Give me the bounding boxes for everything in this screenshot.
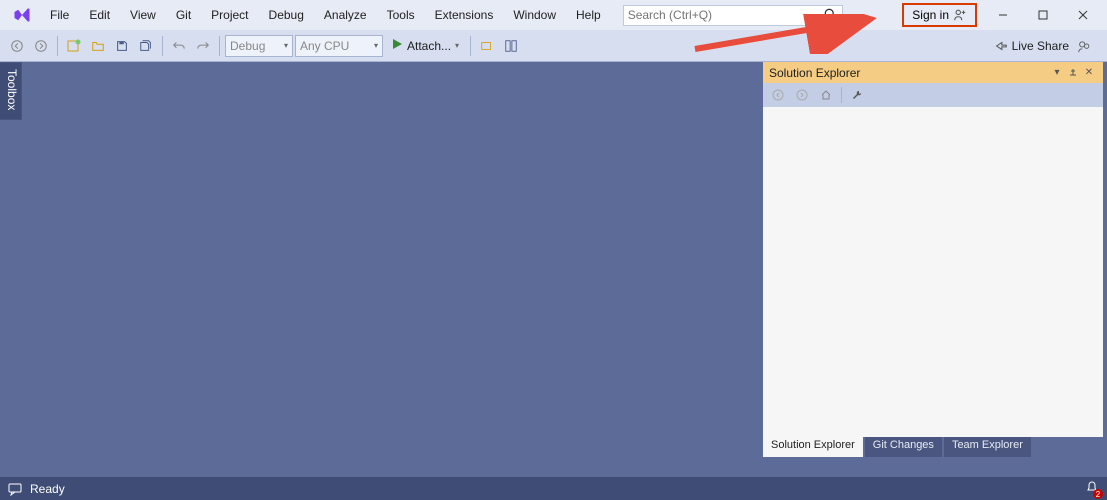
solution-explorer-tabs: Solution Explorer Git Changes Team Explo… (763, 437, 1103, 457)
chevron-down-icon: ▾ (284, 41, 288, 50)
menu-tools[interactable]: Tools (377, 4, 425, 26)
save-button[interactable] (111, 35, 133, 57)
sign-in-label: Sign in (912, 8, 949, 22)
feedback-icon[interactable] (1077, 39, 1091, 53)
save-all-button[interactable] (135, 35, 157, 57)
menu-file[interactable]: File (40, 4, 79, 26)
maximize-button[interactable] (1023, 4, 1063, 26)
menu-extensions[interactable]: Extensions (425, 4, 504, 26)
solution-explorer-panel: Solution Explorer ▾ ✕ Solution Explorer … (763, 62, 1103, 457)
config-label: Debug (230, 39, 265, 53)
chevron-down-icon: ▾ (374, 41, 378, 50)
sign-in-button[interactable]: Sign in (902, 3, 977, 27)
tab-team-explorer[interactable]: Team Explorer (944, 437, 1031, 457)
live-share-button[interactable]: Live Share (994, 39, 1069, 53)
open-button[interactable] (87, 35, 109, 57)
platform-label: Any CPU (300, 39, 349, 53)
tab-git-changes[interactable]: Git Changes (865, 437, 942, 457)
menu-edit[interactable]: Edit (79, 4, 120, 26)
pin-icon[interactable] (1065, 65, 1081, 81)
menu-help[interactable]: Help (566, 4, 611, 26)
menu-debug[interactable]: Debug (259, 4, 314, 26)
solution-explorer-title: Solution Explorer (769, 66, 1049, 80)
new-project-button[interactable] (63, 35, 85, 57)
close-icon[interactable]: ✕ (1081, 65, 1097, 81)
tool-icon-1[interactable] (476, 35, 498, 57)
menu-project[interactable]: Project (201, 4, 258, 26)
status-bar: Ready 2 (0, 477, 1107, 500)
window-buttons (983, 4, 1103, 26)
play-icon (391, 38, 403, 53)
chevron-down-icon: ▾ (455, 41, 459, 50)
tab-solution-explorer[interactable]: Solution Explorer (763, 437, 863, 457)
sol-back-icon[interactable] (767, 84, 789, 106)
person-plus-icon (953, 8, 967, 22)
sol-forward-icon[interactable] (791, 84, 813, 106)
search-box[interactable] (623, 5, 843, 26)
vs-logo-icon (10, 3, 34, 27)
redo-button[interactable] (192, 35, 214, 57)
toolbox-tab[interactable]: Toolbox (0, 62, 22, 120)
chat-icon[interactable] (8, 482, 22, 496)
menu-analyze[interactable]: Analyze (314, 4, 377, 26)
menu-window[interactable]: Window (503, 4, 566, 26)
solution-explorer-body (763, 107, 1103, 437)
notification-badge: 2 (1093, 489, 1103, 499)
menu-git[interactable]: Git (166, 4, 201, 26)
attach-button[interactable]: Attach... ▾ (385, 35, 465, 57)
undo-button[interactable] (168, 35, 190, 57)
menu-view[interactable]: View (120, 4, 166, 26)
tool-icon-2[interactable] (500, 35, 522, 57)
window-position-icon[interactable]: ▾ (1049, 65, 1065, 81)
search-icon (824, 8, 838, 22)
notifications-icon[interactable]: 2 (1085, 480, 1099, 497)
main-area: Toolbox Solution Explorer ▾ ✕ Solution E… (0, 62, 1107, 477)
minimize-button[interactable] (983, 4, 1023, 26)
toolbar: Debug ▾ Any CPU ▾ Attach... ▾ Live Share (0, 30, 1107, 62)
status-ready: Ready (30, 482, 65, 496)
nav-back-button[interactable] (6, 35, 28, 57)
solution-explorer-toolbar (763, 83, 1103, 107)
config-combo[interactable]: Debug ▾ (225, 35, 293, 57)
attach-label: Attach... (407, 39, 451, 53)
menu-bar: File Edit View Git Project Debug Analyze… (0, 0, 1107, 30)
solution-explorer-titlebar[interactable]: Solution Explorer ▾ ✕ (763, 62, 1103, 83)
home-icon[interactable] (815, 84, 837, 106)
live-share-label: Live Share (1012, 39, 1069, 53)
search-input[interactable] (628, 8, 824, 22)
close-button[interactable] (1063, 4, 1103, 26)
platform-combo[interactable]: Any CPU ▾ (295, 35, 383, 57)
nav-forward-button[interactable] (30, 35, 52, 57)
share-icon (994, 39, 1008, 53)
wrench-icon[interactable] (846, 84, 868, 106)
